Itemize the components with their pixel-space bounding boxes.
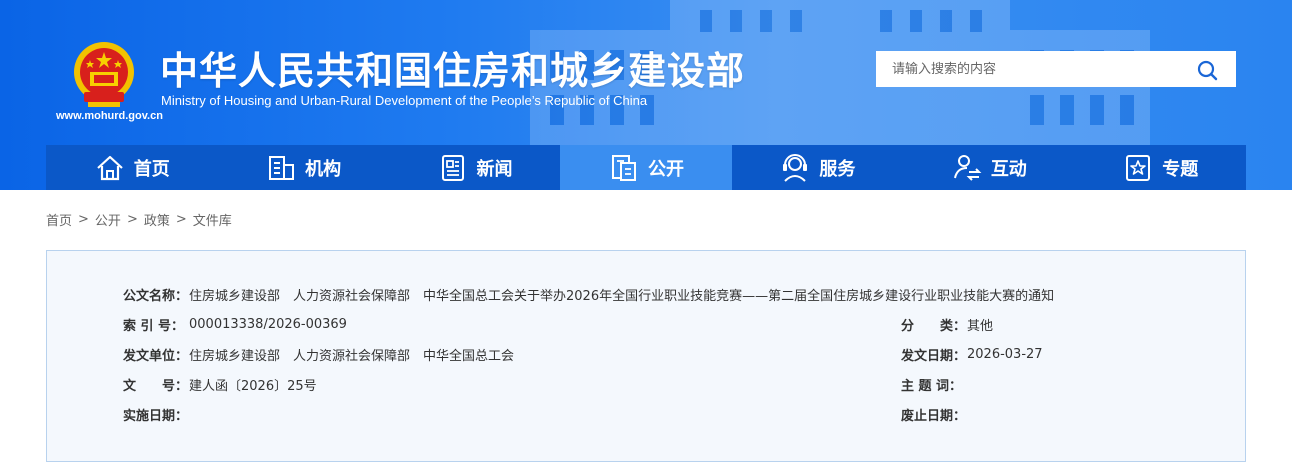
info-row-expiry: 废止日期： [901,405,967,424]
page: www.mohurd.gov.cn 中华人民共和国住房和城乡建设部 Minist… [0,0,1292,472]
breadcrumb-file-library[interactable]: 文件库 [193,210,232,229]
nav-item-service[interactable]: 服务 [732,145,903,190]
nav-item-label: 专题 [1162,158,1199,180]
nav-item-label: 公开 [647,158,684,180]
issue-date-value: 2026-03-27 [967,347,1043,362]
issue-date-label: 发文日期： [901,349,967,364]
info-row-name: 公文名称： 住房城乡建设部 人力资源社会保障部 中华全国总工会关于举办2026年… [123,285,1054,304]
breadcrumb-separator: > [78,212,89,227]
info-row-effective: 实施日期： [123,405,189,424]
doc-name-label: 公文名称： [123,289,189,304]
breadcrumb-public[interactable]: 公开 [95,210,121,229]
issuer-label: 发文单位： [123,349,189,364]
info-row-keywords: 主 题 词： [901,375,967,394]
info-row-index: 索 引 号： 000013338/2026-00369 [123,315,347,334]
nav-item-organization[interactable]: 机构 [217,145,388,190]
main-nav: 首页 机构 新闻 公开 服务 互动 专题 [46,145,1246,190]
info-row-docno: 文 号： 建人函〔2026〕25号 [123,375,317,394]
document-icon [611,154,636,181]
nav-item-label: 首页 [133,158,170,180]
info-row-category: 分 类： 其他 [901,315,993,334]
search-input[interactable] [876,51,1186,87]
expiry-date-label: 废止日期： [901,409,967,424]
index-number-label: 索 引 号： [123,319,185,334]
service-icon [783,153,808,182]
info-row-issuer: 发文单位： 住房城乡建设部 人力资源社会保障部 中华全国总工会 [123,345,514,364]
nav-item-home[interactable]: 首页 [46,145,217,190]
breadcrumb-policy[interactable]: 政策 [144,210,170,229]
effective-date-label: 实施日期： [123,409,189,424]
category-label: 分 类： [901,319,967,334]
breadcrumb-home[interactable]: 首页 [46,210,72,229]
breadcrumb-separator: > [126,212,138,227]
interaction-icon [953,154,982,181]
doc-number-value: 建人函〔2026〕25号 [189,379,317,394]
site-url: www.mohurd.gov.cn [56,110,163,122]
nav-item-label: 服务 [819,158,856,180]
category-value: 其他 [967,319,994,334]
site-title: 中华人民共和国住房和城乡建设部 [160,49,746,93]
site-title-english: Ministry of Housing and Urban-Rural Deve… [161,93,648,108]
nav-item-public[interactable]: 公开 [560,145,732,190]
national-emblem-icon [74,42,134,107]
nav-item-topics[interactable]: 专题 [1075,145,1246,190]
building-icon [269,155,295,180]
nav-item-interaction[interactable]: 互动 [903,145,1074,190]
nav-item-label: 互动 [990,158,1027,180]
nav-item-label: 机构 [305,158,342,180]
document-info-panel: 公文名称： 住房城乡建设部 人力资源社会保障部 中华全国总工会关于举办2026年… [46,250,1246,462]
star-icon [1126,154,1151,181]
nav-item-news[interactable]: 新闻 [389,145,560,190]
search-box [876,51,1236,87]
nav-item-label: 新闻 [476,158,513,180]
search-icon[interactable] [1196,59,1218,81]
doc-number-label: 文 号： [123,379,189,394]
issuer-value: 住房城乡建设部 人力资源社会保障部 中华全国总工会 [189,349,515,364]
doc-name-value: 住房城乡建设部 人力资源社会保障部 中华全国总工会关于举办2026年全国行业职业… [189,289,1055,304]
info-row-date: 发文日期： 2026-03-27 [901,345,1043,364]
breadcrumb: 首页 > 公开 > 政策 > 文件库 [46,210,232,229]
news-icon [441,154,464,181]
index-number-value: 000013338/2026-00369 [189,317,347,332]
keywords-label: 主 题 词： [901,379,963,394]
breadcrumb-separator: > [175,212,187,227]
home-icon [96,155,123,180]
